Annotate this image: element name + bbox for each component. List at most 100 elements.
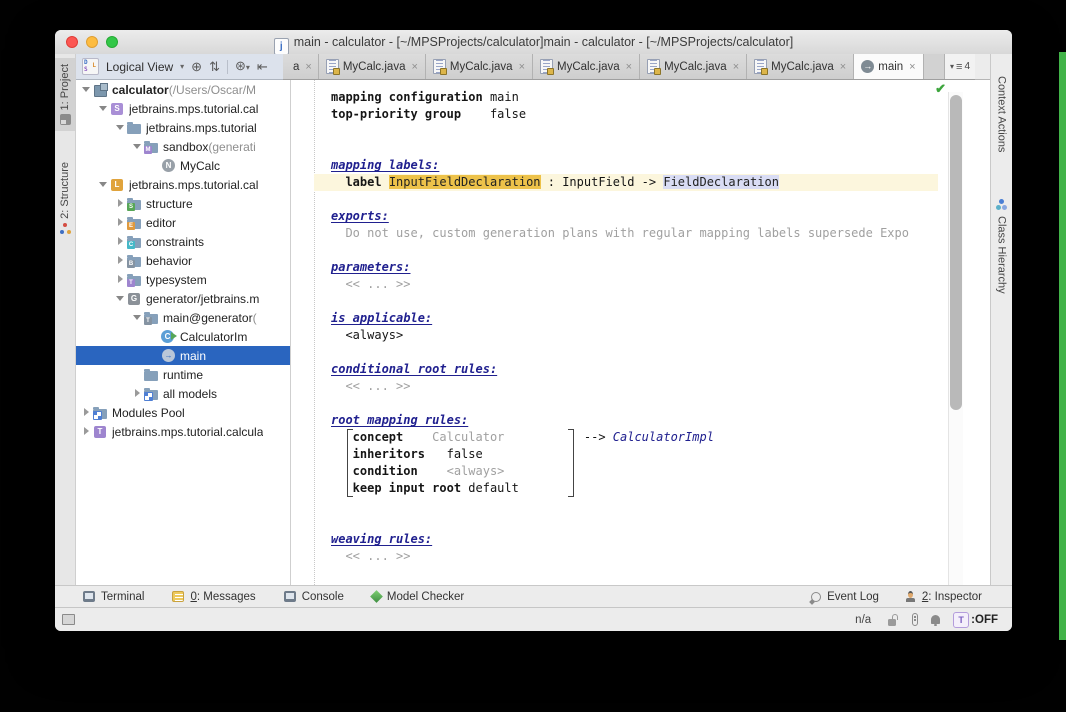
editor-line-25[interactable] [314, 514, 990, 531]
tree-collapse-icon[interactable] [116, 123, 125, 132]
tree-expand-icon[interactable] [133, 389, 142, 398]
tab-close-icon[interactable]: × [305, 61, 311, 73]
tab-MyCalc.java[interactable]: MyCalc.java× [747, 54, 854, 79]
tree-item-structure[interactable]: Sstructure [76, 194, 290, 213]
tree-item-main-generator[interactable]: Tmain@generator ( [76, 308, 290, 327]
tab-close-icon[interactable]: × [840, 61, 846, 73]
tab-MyCalc.java[interactable]: MyCalc.java× [319, 54, 426, 79]
tree-item-jetbrains-mps-tutorial[interactable]: jetbrains.mps.tutorial [76, 118, 290, 137]
column-mode-icon[interactable] [912, 613, 918, 626]
tree-expand-icon[interactable] [116, 199, 125, 208]
editor-line-19[interactable]: root mapping rules: [314, 412, 990, 429]
editor-line-21[interactable]: inheritors false [314, 446, 990, 463]
tool-window-button-structure[interactable]: 2: Structure [55, 162, 75, 235]
tool-window-button-context-actions[interactable]: Context Actions [991, 76, 1012, 152]
toolbar-item-0-messages[interactable]: 0: Messages [172, 591, 255, 603]
tree-expand-icon[interactable] [116, 237, 125, 246]
tab-close-icon[interactable]: × [733, 61, 739, 73]
editor-line-4[interactable]: mapping labels: [314, 157, 990, 174]
tree-item-runtime[interactable]: runtime [76, 365, 290, 384]
editor-line-7[interactable]: exports: [314, 208, 990, 225]
editor-line-0[interactable]: mapping configuration main [314, 89, 990, 106]
scroll-from-source-icon[interactable]: ⇅ [209, 60, 220, 73]
tab-close-icon[interactable]: × [519, 61, 525, 73]
tree-item-typesystem[interactable]: Ttypesystem [76, 270, 290, 289]
tab-MyCalc.java[interactable]: MyCalc.java× [640, 54, 747, 79]
tree-item-all-models[interactable]: all models [76, 384, 290, 403]
tree-item-main[interactable]: →main [76, 346, 290, 365]
tree-collapse-icon[interactable] [116, 294, 125, 303]
editor-line-26[interactable]: weaving rules: [314, 531, 990, 548]
editor-line-3[interactable] [314, 140, 990, 157]
editor-line-18[interactable] [314, 395, 990, 412]
editor-pane[interactable]: mapping configuration maintop-priority g… [290, 80, 990, 585]
tree-collapse-icon[interactable] [133, 142, 142, 151]
editor-line-6[interactable] [314, 191, 990, 208]
tab-partial[interactable]: a × [283, 54, 319, 79]
tree-item-mycalc[interactable]: NMyCalc [76, 156, 290, 175]
toolbar-item-terminal[interactable]: Terminal [83, 591, 144, 603]
target-icon[interactable]: ⊕ [191, 60, 202, 73]
tab-close-icon[interactable]: × [626, 61, 632, 73]
editor-line-22[interactable]: condition <always> [314, 463, 990, 480]
tree-item-behavior[interactable]: Bbehavior [76, 251, 290, 270]
editor-line-27[interactable]: << ... >> [314, 548, 990, 565]
editor-line-8[interactable]: Do not use, custom generation plans with… [314, 225, 990, 242]
tab-MyCalc.java[interactable]: MyCalc.java× [533, 54, 640, 79]
editor-line-2[interactable] [314, 123, 990, 140]
tree-item-constraints[interactable]: Cconstraints [76, 232, 290, 251]
tree-item-calculatorim[interactable]: CCalculatorIm [76, 327, 290, 346]
editor-content[interactable]: mapping configuration maintop-priority g… [314, 89, 990, 565]
tree-item-editor[interactable]: Eeditor [76, 213, 290, 232]
tab-close-icon[interactable]: × [411, 61, 417, 73]
tree-collapse-icon[interactable] [99, 180, 108, 189]
tree-item-jetbrains-mps-tutorial-cal[interactable]: Ljetbrains.mps.tutorial.cal [76, 175, 290, 194]
tree-expand-icon[interactable] [116, 275, 125, 284]
tree-expand-icon[interactable] [116, 218, 125, 227]
tool-window-button-class-hierarchy[interactable]: Class Hierarchy [991, 199, 1012, 294]
editor-line-14[interactable]: <always> [314, 327, 990, 344]
editor-line-17[interactable]: << ... >> [314, 378, 990, 395]
toolbar-item-2-inspector[interactable]: 2: Inspector [905, 591, 982, 603]
editor-line-20[interactable]: concept Calculator --> CalculatorImpl [314, 429, 990, 446]
tab-MyCalc.java[interactable]: MyCalc.java× [426, 54, 533, 79]
power-save-toggle[interactable]: T :OFF [953, 612, 998, 628]
tree-collapse-icon[interactable] [82, 85, 91, 94]
editor-line-12[interactable] [314, 293, 990, 310]
editor-line-24[interactable] [314, 497, 990, 514]
toolbar-item-console[interactable]: Console [284, 591, 344, 603]
toolbar-item-model-checker[interactable]: Model Checker [372, 591, 464, 603]
tree-expand-icon[interactable] [82, 427, 91, 436]
editor-line-16[interactable]: conditional root rules: [314, 361, 990, 378]
editor-line-9[interactable] [314, 242, 990, 259]
collapse-all-icon[interactable]: ⇤ [257, 60, 268, 73]
editor-line-13[interactable]: is applicable: [314, 310, 990, 327]
position-widget[interactable]: n/a [855, 614, 871, 626]
view-selector[interactable]: Logical View [106, 60, 173, 74]
tab-close-icon[interactable]: × [909, 61, 915, 73]
tree-item-calculator[interactable]: calculator (/Users/Oscar/M [76, 80, 290, 99]
chevron-down-icon[interactable]: ▾ [180, 62, 184, 71]
tree-item-jetbrains-mps-tutorial-cal[interactable]: Sjetbrains.mps.tutorial.cal [76, 99, 290, 118]
tree-expand-icon[interactable] [82, 408, 91, 417]
tab-main[interactable]: →main× [854, 54, 923, 79]
editor-line-10[interactable]: parameters: [314, 259, 990, 276]
tree-item-generator-jetbrains-m[interactable]: Ggenerator/jetbrains.m [76, 289, 290, 308]
tool-window-button-project[interactable]: 1: Project [55, 58, 75, 131]
tree-item-sandbox[interactable]: Msandbox (generati [76, 137, 290, 156]
toolbar-item-event-log[interactable]: Event Log [811, 591, 879, 603]
tree-collapse-icon[interactable] [99, 104, 108, 113]
tree-expand-icon[interactable] [116, 256, 125, 265]
hidden-tabs-dropdown[interactable]: ▾ ≡ 4 [944, 54, 975, 79]
tree-item-jetbrains-mps-tutorial-calcula[interactable]: Tjetbrains.mps.tutorial.calcula [76, 422, 290, 441]
editor-line-15[interactable] [314, 344, 990, 361]
tree-collapse-icon[interactable] [133, 313, 142, 322]
editor-line-5[interactable]: label InputFieldDeclaration : InputField… [314, 174, 938, 191]
toolwindow-toggle-icon[interactable] [62, 614, 75, 625]
settings-gear-icon[interactable]: ⊛▾ [235, 59, 250, 74]
tree-item-modules-pool[interactable]: Modules Pool [76, 403, 290, 422]
editor-scrollbar-thumb[interactable] [950, 95, 962, 410]
lock-open-icon[interactable] [888, 614, 899, 626]
editor-line-1[interactable]: top-priority group false [314, 106, 990, 123]
editor-line-23[interactable]: keep input root default [314, 480, 990, 497]
